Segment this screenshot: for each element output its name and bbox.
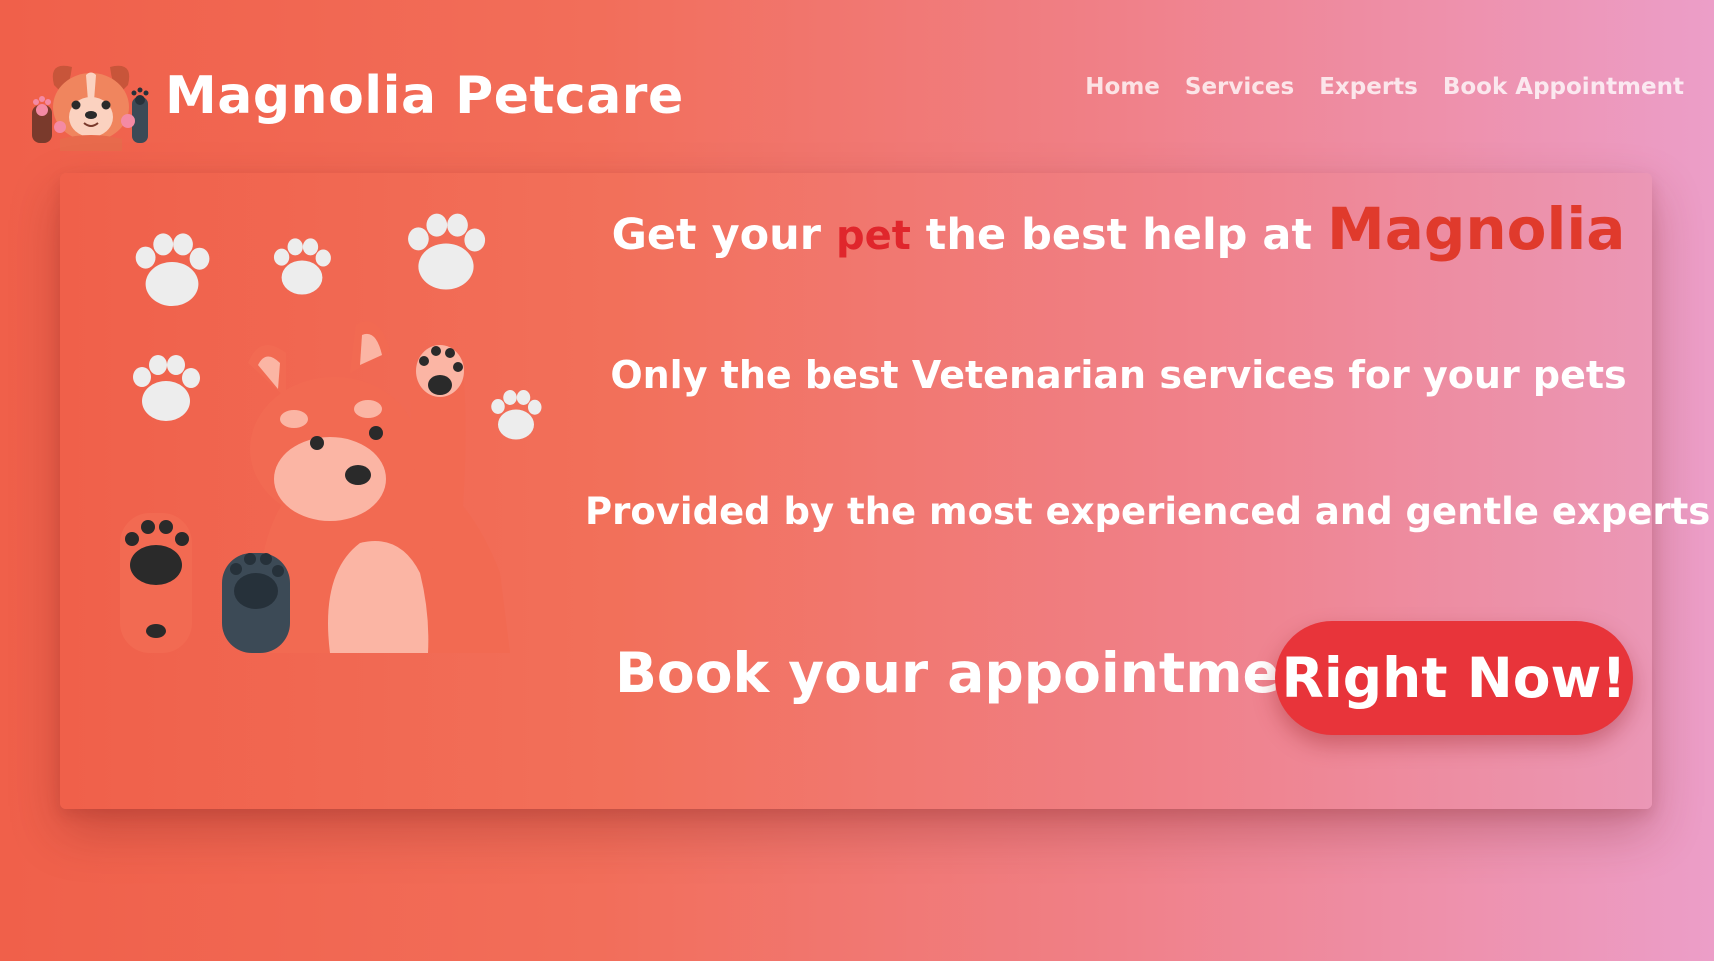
dog-logo-icon[interactable]	[30, 55, 154, 151]
nav-home[interactable]: Home	[1085, 74, 1160, 100]
cta-text: Book your appointment	[615, 641, 1346, 705]
right-now-button[interactable]: Right Now!	[1275, 621, 1633, 735]
headline-text-1: Get your	[611, 210, 836, 260]
hero-content: Get your pet the best help at Magnolia O…	[585, 173, 1711, 809]
hero-description: Provided by the most experienced and gen…	[585, 490, 1711, 533]
hero-card: Get your pet the best help at Magnolia O…	[60, 173, 1711, 809]
hero-headline: Get your pet the best help at Magnolia	[585, 195, 1652, 263]
nav-book-appointment[interactable]: Book Appointment	[1443, 74, 1684, 100]
brand-title[interactable]: Magnolia Petcare	[165, 66, 684, 126]
headline-text-2: the best help at	[910, 210, 1327, 260]
hero-subtitle: Only the best Vetenarian services for yo…	[610, 353, 1627, 397]
header: Magnolia Petcare Home Services Experts B…	[0, 0, 1714, 170]
nav-experts[interactable]: Experts	[1319, 74, 1418, 100]
nav-services[interactable]: Services	[1185, 74, 1294, 100]
headline-accent-pet: pet	[835, 213, 911, 259]
headline-brand: Magnolia	[1326, 195, 1626, 263]
dog-paws-illustration-icon	[120, 213, 542, 653]
cta-row: Book your appointment Right Now!	[585, 621, 1652, 741]
main-nav: Home Services Experts Book Appointment	[1085, 74, 1684, 100]
